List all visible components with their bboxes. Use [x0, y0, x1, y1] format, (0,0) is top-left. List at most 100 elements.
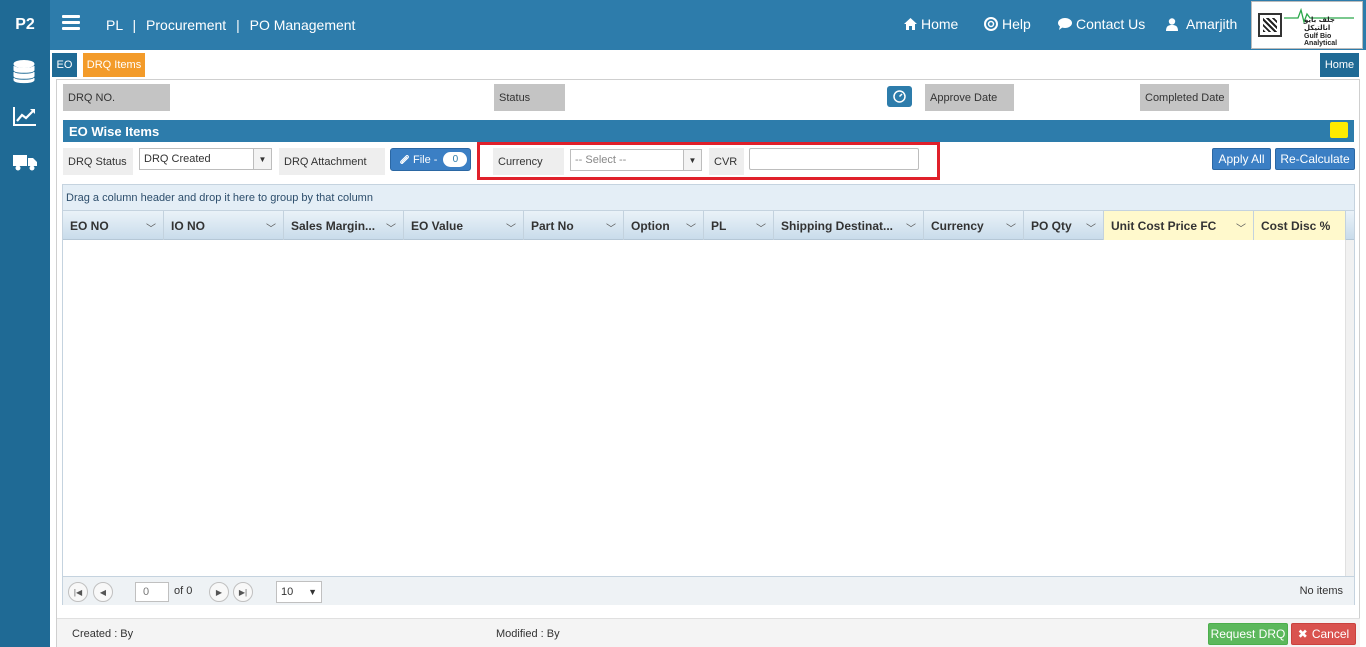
chevron-down-icon[interactable]: ﹀ [756, 220, 766, 235]
nav-contact-link[interactable]: Contact Us [1058, 16, 1145, 32]
nav-help-label: Help [1002, 16, 1031, 32]
nav-user-label: Amarjith [1186, 16, 1238, 32]
next-page-icon[interactable]: ▶ [209, 582, 229, 602]
column-label: Option [631, 218, 670, 233]
chevron-down-icon[interactable]: ﹀ [266, 220, 276, 235]
database-icon[interactable] [13, 60, 37, 84]
page-count-text: of 0 [174, 585, 193, 597]
highlight-box [477, 142, 940, 180]
recalculate-button[interactable]: Re-Calculate [1275, 148, 1355, 170]
breadcrumb-item-procurement[interactable]: Procurement [146, 17, 226, 33]
app-brand[interactable]: P2 [0, 0, 50, 50]
nav-contact-label: Contact Us [1076, 16, 1146, 32]
page-number-input[interactable]: 0 [135, 582, 169, 602]
nav-home-label: Home [921, 16, 959, 32]
tab-eo[interactable]: EO [52, 53, 77, 77]
paperclip-icon [400, 155, 409, 164]
modified-by-text: Modified : By [496, 628, 560, 640]
breadcrumb-item-pl[interactable]: PL [106, 17, 123, 33]
chevron-down-icon[interactable]: ﹀ [906, 220, 916, 235]
column-header-eo-value[interactable]: EO Value ﹀ [404, 211, 524, 240]
column-label: Shipping Destinat... [781, 218, 894, 233]
tab-drq-items[interactable]: DRQ Items [83, 53, 145, 77]
indicator-toggle[interactable] [1330, 122, 1348, 138]
column-label: PO Qty [1031, 218, 1072, 233]
column-label: PL [711, 218, 727, 233]
drq-status-select[interactable]: DRQ Created ▼ [139, 148, 272, 170]
status-info-button[interactable] [887, 86, 912, 107]
chevron-down-icon[interactable]: ﹀ [506, 220, 516, 235]
nav-help-link[interactable]: Help [984, 16, 1031, 32]
column-label: Unit Cost Price FC [1111, 218, 1217, 233]
gauge-icon [893, 90, 906, 103]
column-label: EO NO [70, 218, 109, 233]
approve-date-label: Approve Date [925, 84, 1014, 111]
breadcrumb: PL | Procurement | PO Management [106, 17, 356, 33]
close-icon: ✖ [1297, 627, 1308, 641]
chevron-down-icon[interactable]: ﹀ [1006, 220, 1016, 235]
column-label: Currency [931, 218, 984, 233]
column-header-currency[interactable]: Currency ﹀ [924, 211, 1024, 240]
nav-home-link[interactable]: Home [904, 16, 958, 32]
last-page-icon[interactable]: ▶| [233, 582, 253, 602]
page-size-select[interactable]: 10 ▼ [276, 581, 322, 603]
nav-user-menu[interactable]: Amarjith [1166, 16, 1237, 32]
chevron-down-icon[interactable]: ﹀ [146, 220, 156, 235]
grid-pager: |◀ ◀ 0 of 0 ▶ ▶| 10 ▼ No items [63, 576, 1354, 605]
hamburger-menu-icon[interactable] [62, 15, 80, 31]
grid-header: EO NO ﹀ IO NO ﹀ Sales Margin... ﹀ EO Value ﹀… [63, 211, 1354, 240]
chevron-down-icon: ▼ [308, 587, 317, 597]
breadcrumb-item-po-management[interactable]: PO Management [250, 17, 356, 33]
cancel-button[interactable]: ✖ Cancel [1291, 623, 1356, 645]
chevron-down-icon: ▼ [253, 149, 271, 169]
completed-date-label: Completed Date [1140, 84, 1229, 111]
drq-attachment-label: DRQ Attachment [279, 148, 385, 175]
home-icon [904, 18, 917, 30]
eo-items-grid: Drag a column header and drop it here to… [62, 184, 1355, 605]
column-header-cost-disc[interactable]: Cost Disc % [1254, 211, 1346, 240]
grid-scrollbar[interactable] [1345, 240, 1354, 576]
status-label: Status [494, 84, 565, 111]
chevron-down-icon[interactable]: ﹀ [386, 220, 396, 235]
column-header-option[interactable]: Option ﹀ [624, 211, 704, 240]
comment-icon [1058, 18, 1072, 30]
drq-status-label: DRQ Status [63, 148, 133, 175]
group-drop-area[interactable]: Drag a column header and drop it here to… [63, 185, 1354, 211]
column-label: IO NO [171, 218, 206, 233]
top-bar: P2 PL | Procurement | PO Management Home… [0, 0, 1366, 50]
chart-line-icon[interactable] [13, 106, 37, 130]
column-label: Cost Disc % [1261, 218, 1331, 233]
column-header-po-qty[interactable]: PO Qty ﹀ [1024, 211, 1104, 240]
file-button-label: File - [413, 153, 438, 166]
column-label: Part No [531, 218, 574, 233]
file-attach-button[interactable]: File - 0 [390, 148, 471, 171]
footer-bar: Created : By Modified : By [57, 618, 1360, 647]
drq-status-value: DRQ Created [144, 153, 211, 165]
chevron-down-icon[interactable]: ﹀ [1086, 220, 1096, 235]
first-page-icon[interactable]: |◀ [68, 582, 88, 602]
chevron-down-icon[interactable]: ﹀ [1236, 220, 1246, 235]
column-header-unit-cost-price-fc[interactable]: Unit Cost Price FC ﹀ [1104, 211, 1254, 240]
column-header-pl[interactable]: PL ﹀ [704, 211, 774, 240]
grid-body [63, 240, 1346, 576]
logo-arabic-text: جلف بايو انالتيكل [1304, 16, 1335, 32]
truck-icon[interactable] [13, 152, 37, 176]
column-header-shipping-destination[interactable]: Shipping Destinat... ﹀ [774, 211, 924, 240]
sidebar [0, 50, 50, 647]
home-button[interactable]: Home [1320, 53, 1359, 77]
cancel-label: Cancel [1311, 627, 1350, 641]
column-header-sales-margin[interactable]: Sales Margin... ﹀ [284, 211, 404, 240]
logo-emblem-icon [1258, 13, 1282, 37]
prev-page-icon[interactable]: ◀ [93, 582, 113, 602]
column-header-eo-no[interactable]: EO NO ﹀ [63, 211, 164, 240]
chevron-down-icon[interactable]: ﹀ [686, 220, 696, 235]
apply-all-button[interactable]: Apply All [1212, 148, 1271, 170]
user-icon [1166, 17, 1178, 31]
chevron-down-icon[interactable]: ﹀ [606, 220, 616, 235]
file-count-badge: 0 [443, 152, 468, 167]
column-header-part-no[interactable]: Part No ﹀ [524, 211, 624, 240]
drq-no-label: DRQ NO. [63, 84, 170, 111]
column-header-io-no[interactable]: IO NO ﹀ [164, 211, 284, 240]
request-drq-button[interactable]: Request DRQ [1208, 623, 1288, 645]
logo-english-text: Gulf Bio Analytical [1304, 33, 1338, 47]
